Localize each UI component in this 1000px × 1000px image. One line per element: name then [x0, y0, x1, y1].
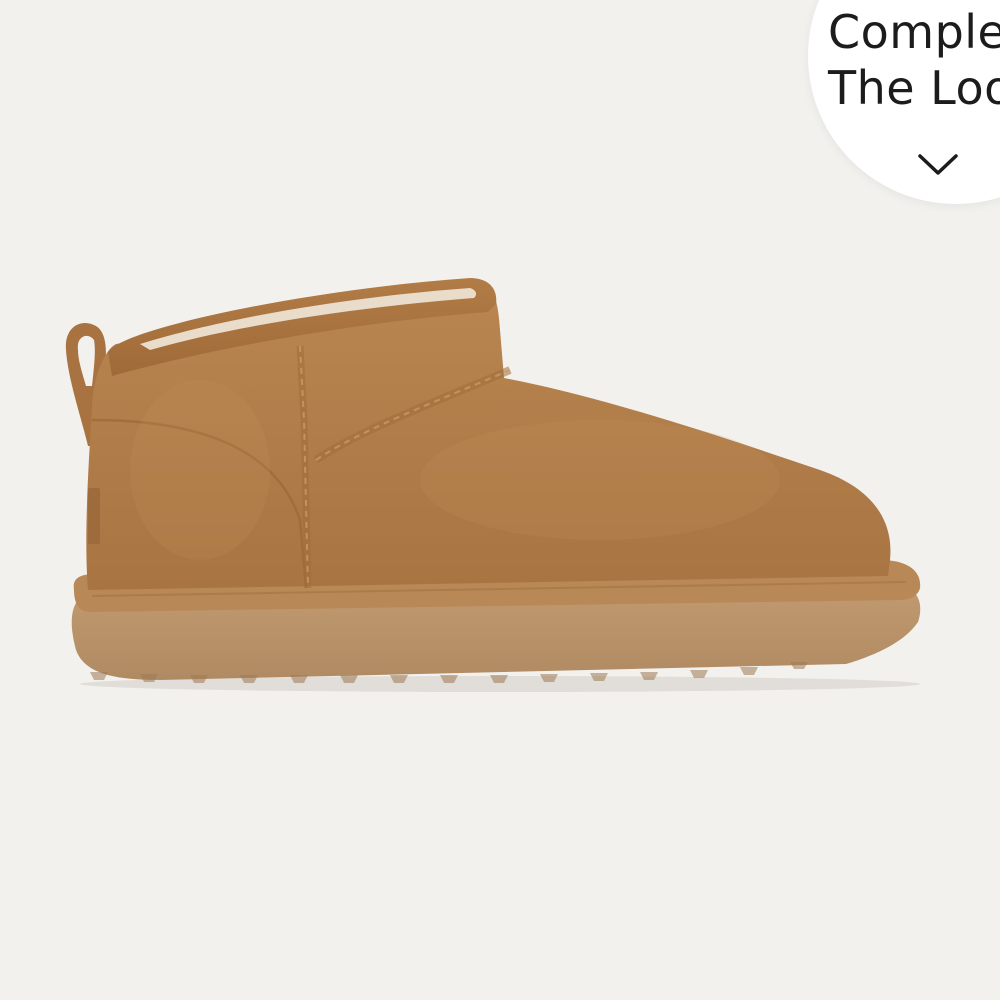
complete-the-look-label: Complete The Look: [828, 5, 1000, 115]
heel-label: [88, 488, 100, 544]
chevron-down-icon: [918, 154, 958, 175]
product-gallery: Complete The Look: [0, 0, 1000, 1000]
